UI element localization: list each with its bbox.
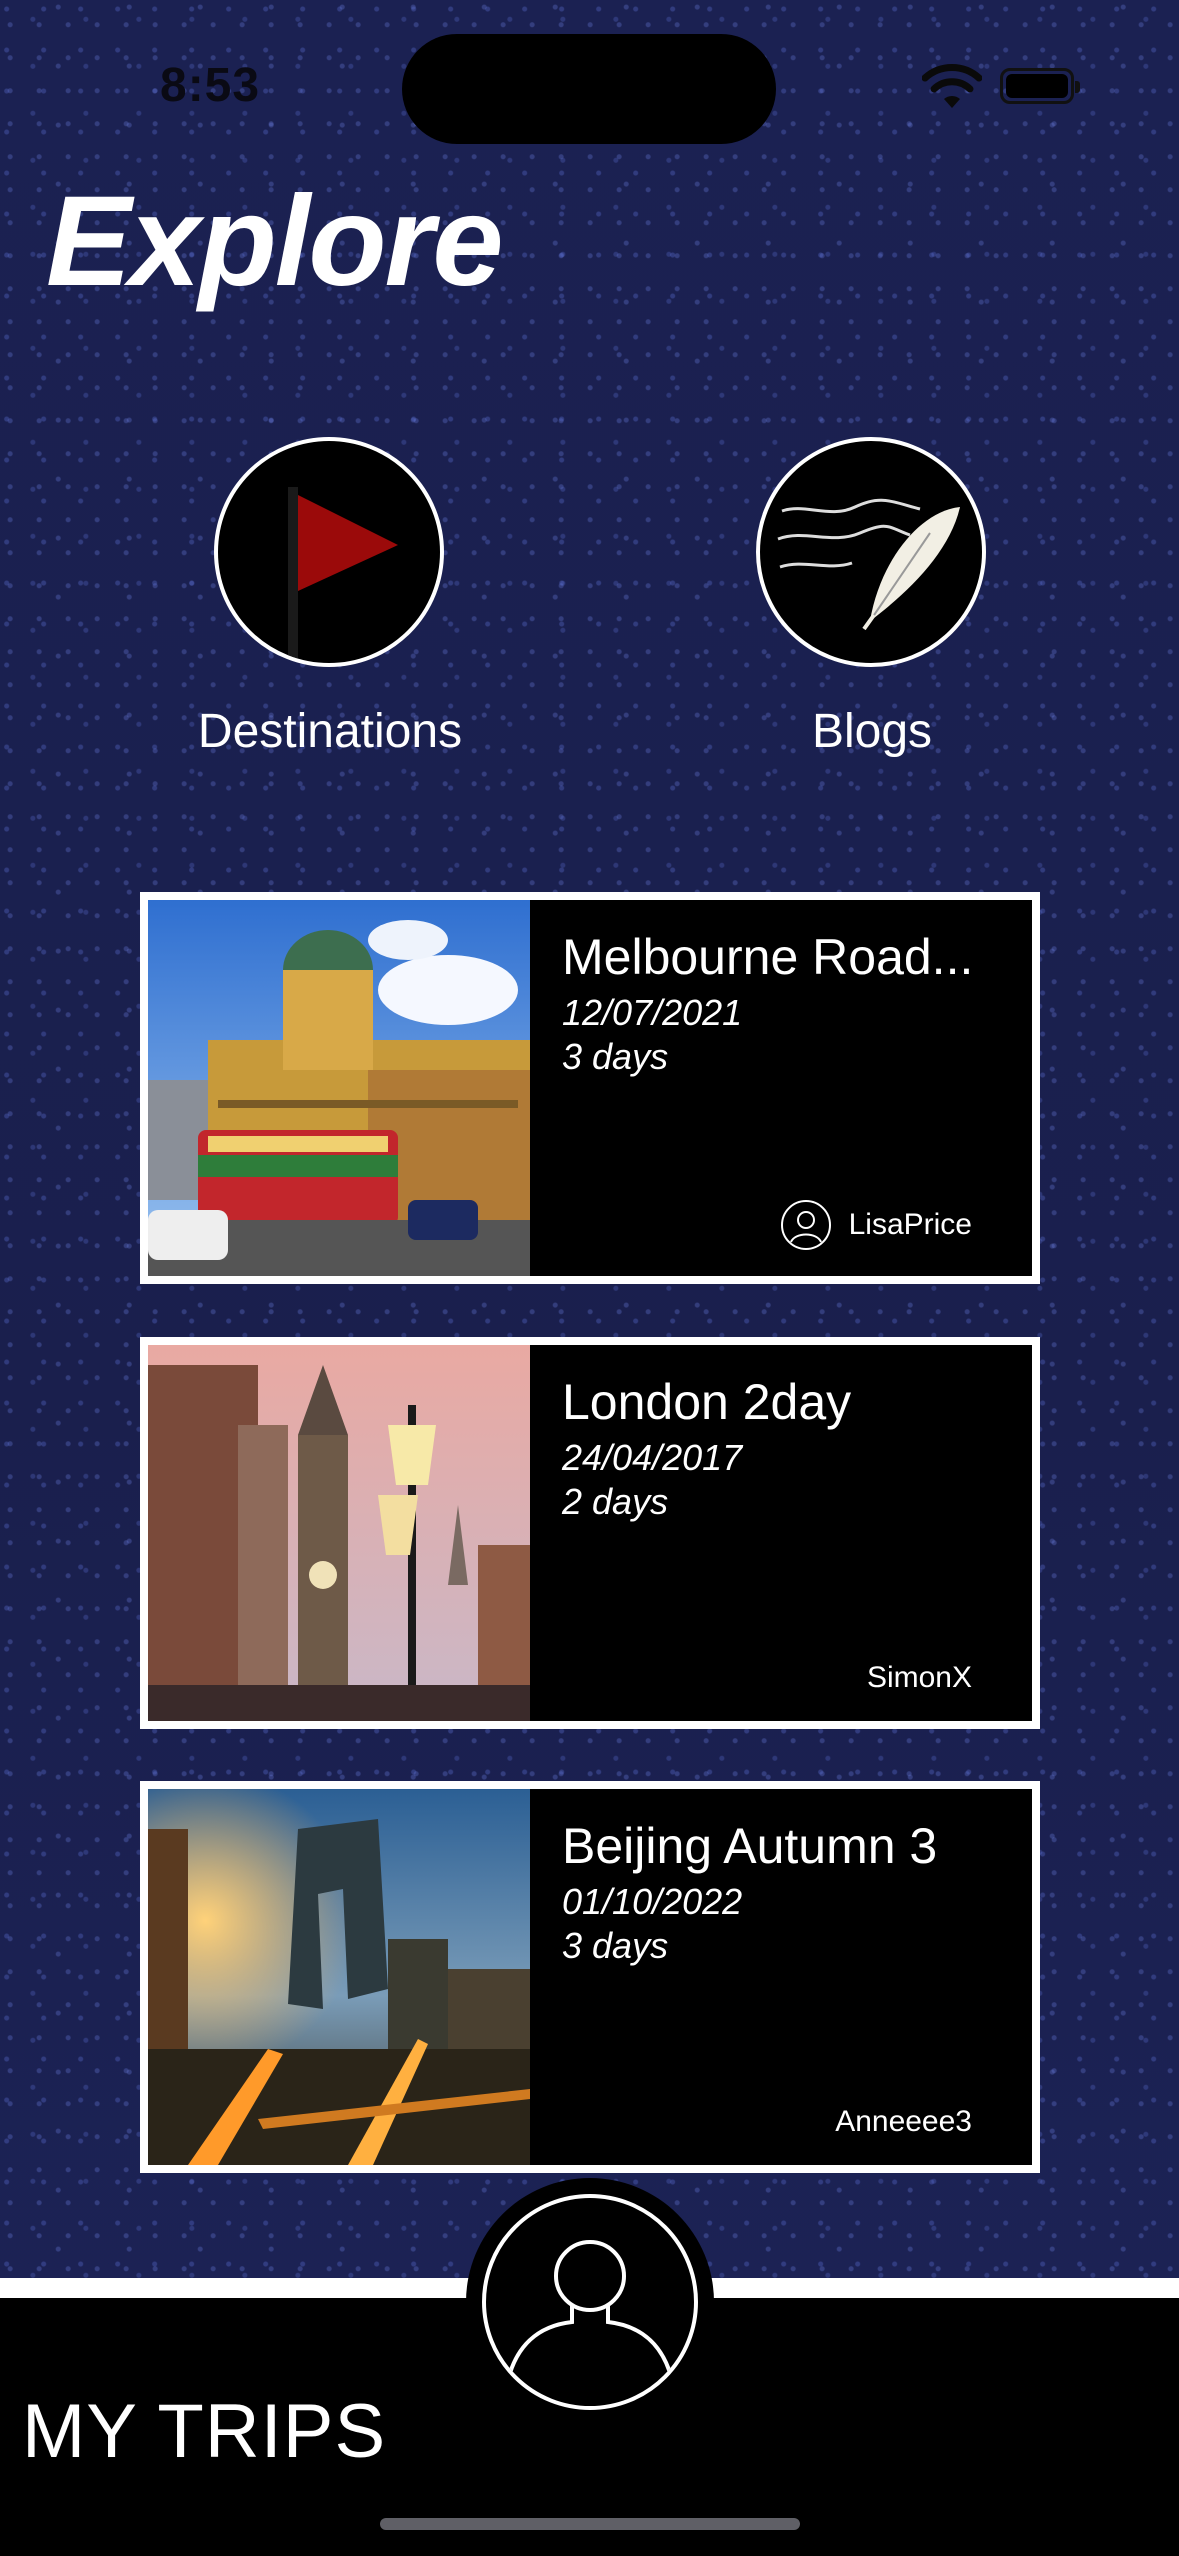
trip-date: 24/04/2017 [562,1437,743,1478]
trip-author[interactable]: Anneeee3 [835,2105,972,2139]
destinations-label[interactable]: Destinations [170,704,490,759]
trip-date: 01/10/2022 [562,1881,743,1922]
trip-author[interactable]: LisaPrice [780,1200,972,1250]
trip-duration: 3 days [562,1925,669,1966]
my-trips-tab[interactable]: MY TRIPS [22,2388,386,2475]
trip-card-melbourne[interactable]: Melbourne Road... 12/07/2021 3 days Lisa… [140,892,1040,1284]
trip-author-name: Anneeee3 [835,2105,972,2138]
trip-title: Melbourne Road... [562,929,974,985]
trip-photo-beijing [148,1789,530,2165]
blogs-label[interactable]: Blogs [712,704,1032,759]
trip-duration: 3 days [562,1036,669,1077]
trip-card-beijing[interactable]: Beijing Autumn 3 01/10/2022 3 days Annee… [140,1781,1040,2173]
blogs-button[interactable] [756,437,986,667]
trip-author-name: SimonX [866,1661,972,1694]
wifi-icon [922,64,982,108]
battery-icon [1000,68,1080,104]
quill-icon [777,498,960,631]
trip-author-name: LisaPrice [848,1208,972,1241]
trip-duration: 2 days [562,1481,669,1522]
trip-title: London 2day [562,1374,852,1430]
home-indicator[interactable] [380,2518,800,2530]
user-profile-icon [482,2194,698,2410]
page-title: Explore [46,170,503,313]
trip-card-london[interactable]: London 2day 24/04/2017 2 days SimonX [140,1337,1040,1729]
destinations-button[interactable] [214,437,444,667]
flag-icon [288,487,398,663]
trip-date: 12/07/2021 [562,992,743,1033]
profile-button[interactable] [466,2178,714,2426]
dynamic-island [402,34,776,144]
avatar-icon [780,1200,831,1250]
status-time: 8:53 [160,59,261,112]
trip-photo-london [148,1345,530,1721]
trip-author[interactable]: SimonX [867,1661,972,1695]
trip-photo-melbourne [148,900,530,1276]
trip-title: Beijing Autumn 3 [562,1818,938,1874]
